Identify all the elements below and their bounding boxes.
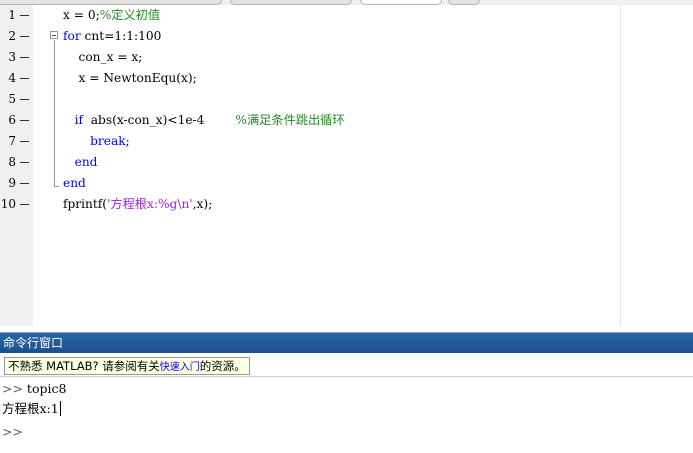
line-number-text: 3 [8,50,16,64]
line-number-text: 1 [8,8,16,22]
notice-prefix: 不熟悉 MATLAB? 请参阅有关 [8,359,160,373]
code-token: fprintf( [63,197,108,211]
command-prompt: >> [2,381,27,396]
right-text-limit-line [620,5,621,326]
code-token: if [63,113,84,127]
command-history-line: >> topic8 [2,379,66,399]
code-line[interactable]: if abs(x-con_x)<1e-4 %满足条件跳出循环 [63,110,345,131]
code-line[interactable]: x = 0;%定义初值 [63,5,160,26]
line-number-text: 10 [0,197,16,211]
command-input-line[interactable]: >> [2,422,23,442]
code-line[interactable]: fprintf('方程根x:%g\n',x); [63,194,212,215]
breakpoint-marker[interactable] [20,78,29,79]
line-number-text: 6 [8,113,16,127]
code-line[interactable]: break; [63,131,130,152]
line-number-text: 4 [8,71,16,85]
command-text: topic8 [26,381,67,396]
command-window-title: 命令行窗口 [3,336,64,350]
current-command-prompt: >> [2,424,23,439]
code-token: '方程根x:%g\n' [107,197,193,211]
line-number-text: 8 [8,155,16,169]
code-fold-guide [54,40,55,186]
code-token: break [63,134,126,148]
breakpoint-marker[interactable] [20,120,29,121]
code-token: con_x = x; [63,50,143,64]
line-number-text: 2 [8,29,16,43]
command-window[interactable]: 不熟悉 MATLAB? 请参阅有关快速入门的资源。 >> topic8 方程根x… [0,353,693,453]
breakpoint-marker[interactable] [20,204,29,205]
code-line[interactable]: x = NewtonEqu(x); [63,68,197,89]
breakpoint-marker[interactable] [20,162,29,163]
code-line[interactable]: end [63,173,86,194]
line-number-text: 7 [8,134,16,148]
code-token: ; [125,134,130,148]
code-token: %定义初值 [99,8,161,22]
notice-suffix: 的资源。 [199,359,246,373]
command-window-header[interactable]: 命令行窗口 [0,332,693,353]
code-editor[interactable]: 1 2 3 4 5 6 7 8 9 10 x = 0;%定义初值 for cnt=1:1:100 c… [0,5,693,326]
getting-started-notice: 不熟悉 MATLAB? 请参阅有关快速入门的资源。 [4,357,250,375]
line-number-gutter: 1 2 3 4 5 6 7 8 9 10 [0,5,33,326]
breakpoint-marker[interactable] [20,57,29,58]
code-token: end [63,155,98,169]
code-token: end [63,176,86,190]
code-line[interactable]: for cnt=1:1:100 [63,26,161,47]
breakpoint-marker[interactable] [20,141,29,142]
line-number-text: 5 [8,92,16,106]
code-token: for [63,29,81,43]
code-token: %满足条件跳出循环 [235,113,345,127]
code-fold-guide-end [54,186,59,187]
code-line[interactable]: con_x = x; [63,47,142,68]
breakpoint-marker[interactable] [20,36,29,37]
code-token: ,x); [192,197,213,211]
breakpoint-marker[interactable] [20,15,29,16]
code-token: x = NewtonEqu(x); [63,71,197,85]
breakpoint-marker[interactable] [20,99,29,100]
code-token: abs(x-con_x)<1e-4 [83,113,236,127]
code-token: cnt=1:1:100 [80,29,162,43]
line-number-text: 9 [8,176,16,190]
code-token: x = 0; [63,8,100,22]
getting-started-link[interactable]: 快速入门 [160,362,200,373]
command-output-line: 方程根x:1 [2,399,61,419]
command-output: 方程根x:1 [2,401,59,416]
notice-divider [0,376,693,377]
text-cursor [59,401,61,416]
code-fold-collapse-icon[interactable] [50,31,58,39]
code-line[interactable]: end [63,152,98,173]
breakpoint-marker[interactable] [20,183,29,184]
